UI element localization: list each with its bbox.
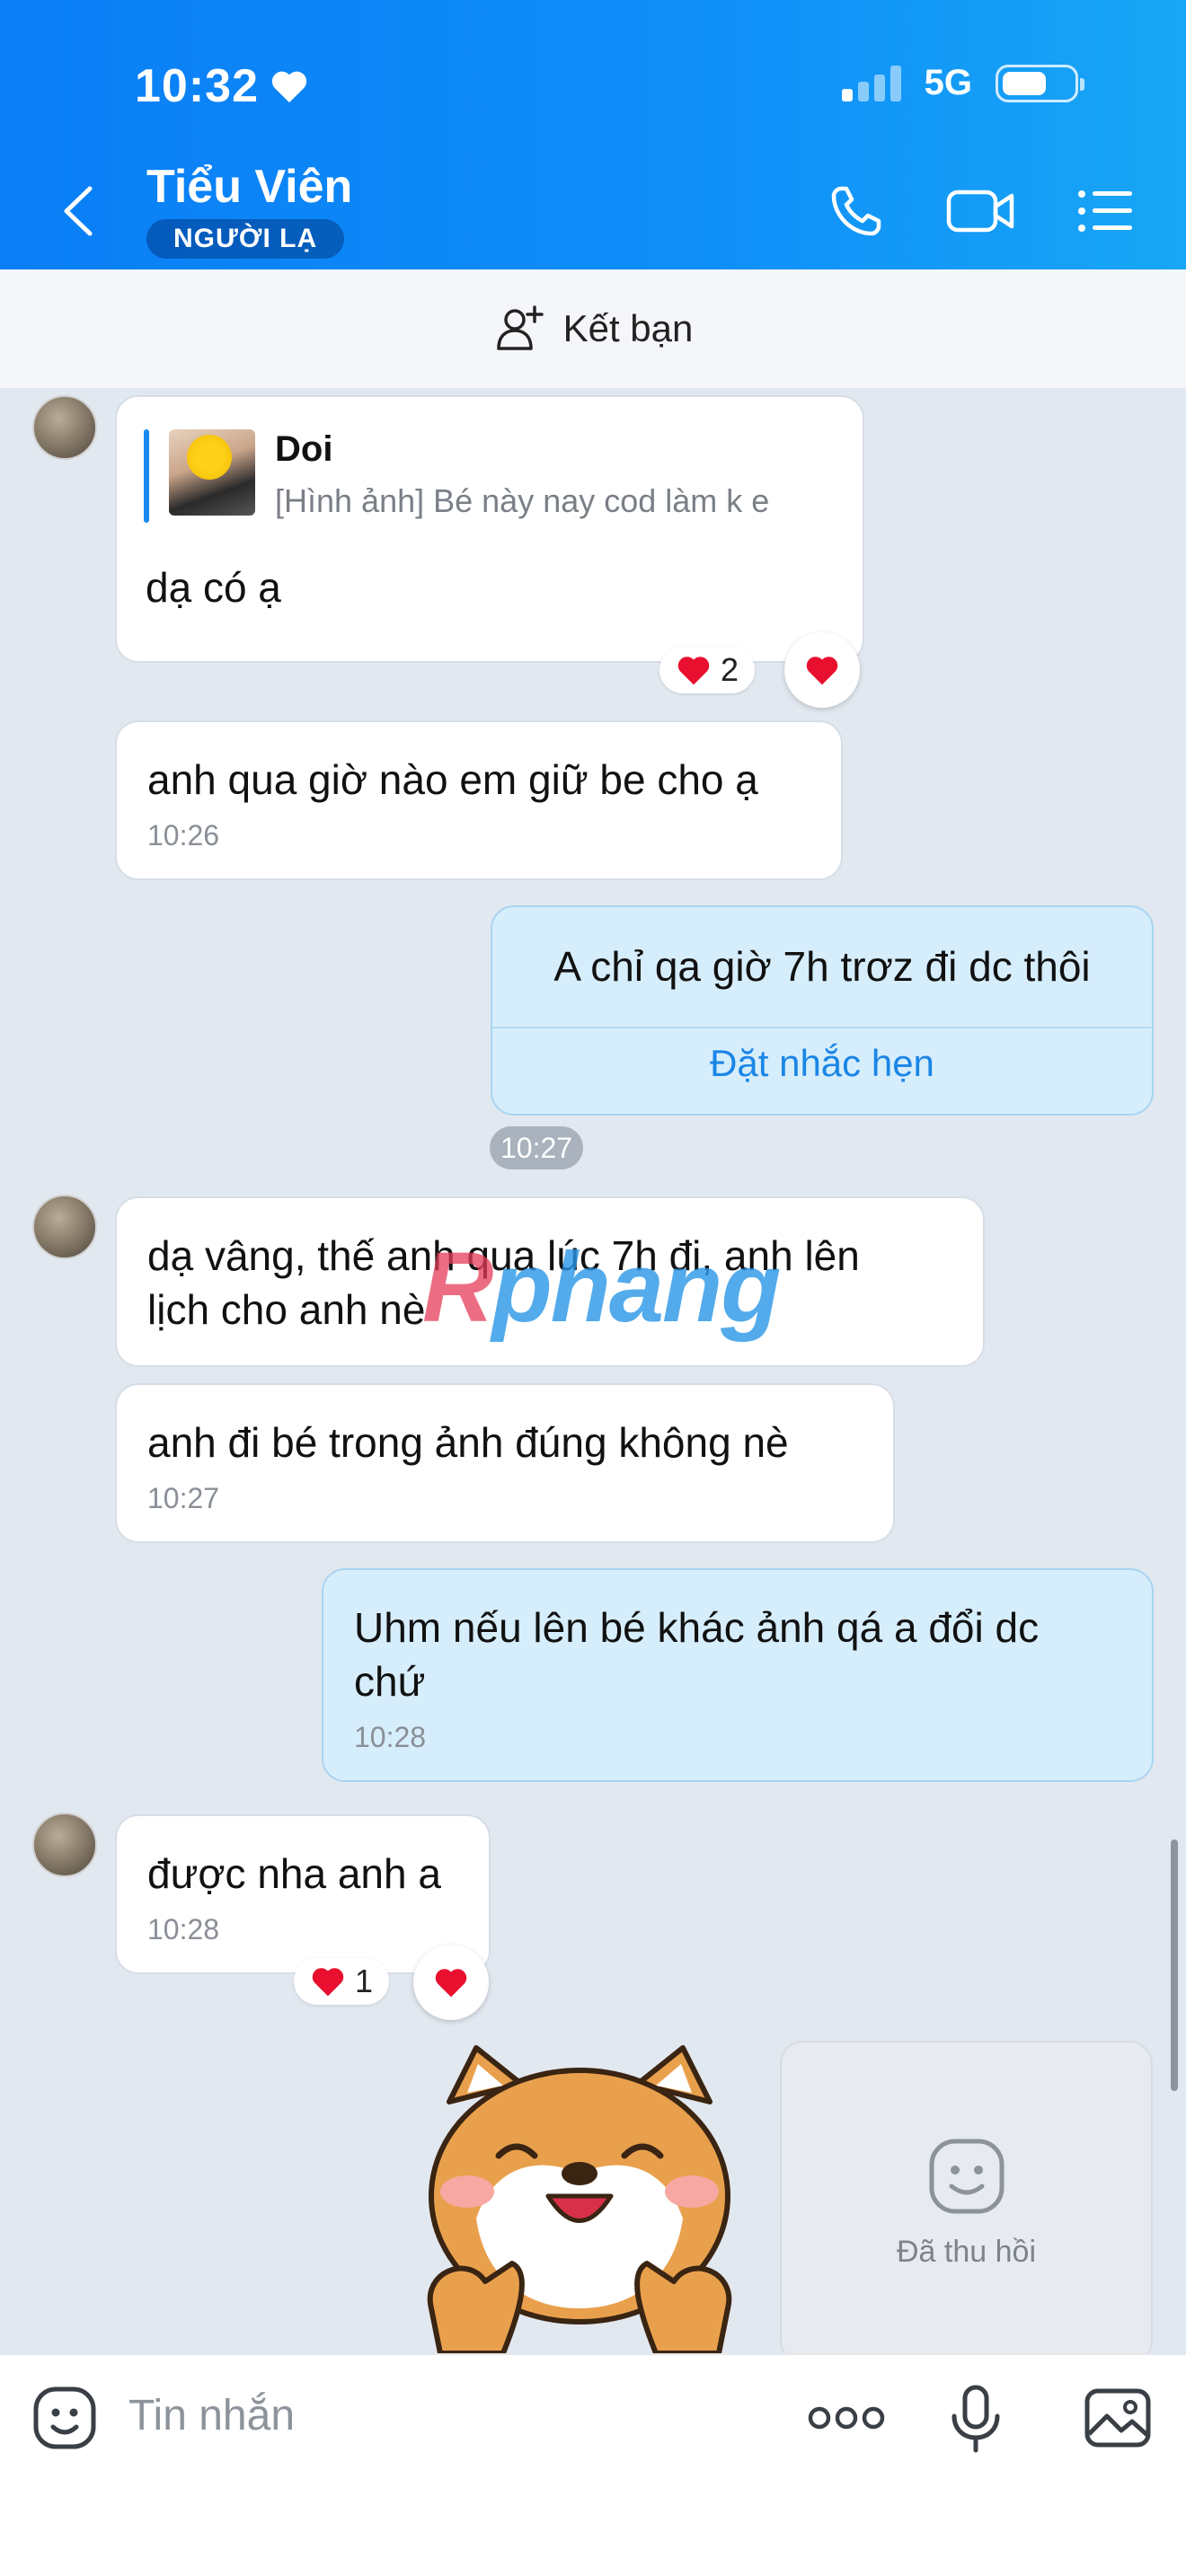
quoted-message[interactable]: Doi [Hình ảnh] Bé này nay cod làm k e <box>144 429 769 523</box>
add-friend-bar[interactable]: Kết bạn <box>0 269 1186 388</box>
message-time: 10:28 <box>354 1721 427 1753</box>
message-text-line: chứ <box>354 1658 426 1705</box>
network-type: 5G <box>924 63 972 102</box>
set-reminder-link[interactable]: Đặt nhắc hẹn <box>492 1042 1152 1085</box>
message-input[interactable]: Tin nhắn <box>128 2391 295 2440</box>
recalled-label: Đã thu hồi <box>897 2234 1036 2269</box>
microphone-icon[interactable] <box>940 2382 1012 2454</box>
react-button[interactable] <box>784 632 860 708</box>
message-text: anh qua giờ nào em giữ be cho ạ <box>147 756 758 803</box>
message-text: A chỉ qa giờ 7h trơz đi dc thôi <box>553 943 1091 990</box>
message-bubble-incoming[interactable]: anh qua giờ nào em giữ be cho ạ 10:26 <box>115 720 843 880</box>
message-text: anh đi bé trong ảnh đúng không nè <box>147 1419 789 1466</box>
add-friend-icon <box>496 305 544 350</box>
message-time: 10:26 <box>147 819 220 851</box>
react-button[interactable] <box>413 1945 489 2020</box>
message-text-line: Uhm nếu lên bé khác ảnh qá a đổi dc <box>354 1604 1040 1651</box>
chat-header: 10:32 5G Tiểu Viên NGƯỜI LẠ <box>0 0 1186 269</box>
message-time-chip: 10:27 <box>490 1126 584 1169</box>
image-gallery-icon[interactable] <box>1082 2382 1154 2454</box>
recalled-message[interactable]: Đã thu hồi <box>780 2041 1153 2364</box>
message-text: dạ có ạ <box>146 564 281 611</box>
contact-avatar[interactable] <box>32 1813 97 1877</box>
message-text: được nha anh a <box>147 1850 441 1897</box>
video-call-icon[interactable] <box>945 180 1017 243</box>
heart-icon <box>271 71 307 103</box>
contact-name[interactable]: Tiểu Viên <box>146 160 352 214</box>
quoted-image-thumbnail <box>169 429 255 516</box>
message-time: 10:28 <box>147 1913 220 1945</box>
scrollbar[interactable] <box>1171 1839 1178 2091</box>
quoted-text: [Hình ảnh] Bé này nay cod làm k e <box>275 482 770 519</box>
heart-reaction-icon <box>677 657 710 685</box>
stranger-badge: NGƯỜI LẠ <box>146 219 345 259</box>
heart-icon <box>806 657 838 685</box>
reaction-summary[interactable]: 1 <box>294 1958 390 2005</box>
message-input-bar: Tin nhắn <box>0 2353 1186 2576</box>
phone-call-icon[interactable] <box>825 180 888 243</box>
signal-icon <box>841 65 901 101</box>
watermark-logo: Rphang <box>422 1231 781 1345</box>
reaction-count: 1 <box>355 1963 374 1999</box>
message-time: 10:27 <box>147 1482 220 1514</box>
watermark-part: phang <box>491 1232 781 1343</box>
reaction-summary[interactable]: 2 <box>659 647 756 693</box>
contact-avatar[interactable] <box>32 395 97 460</box>
status-indicators: 5G <box>841 63 1084 103</box>
menu-list-icon[interactable] <box>1075 180 1137 243</box>
heart-reaction-icon <box>312 1968 344 1997</box>
back-icon[interactable] <box>56 180 101 243</box>
quote-accent-bar <box>144 429 149 523</box>
heart-icon <box>435 1969 467 1998</box>
smiley-icon <box>929 2139 1004 2213</box>
shiba-dog-sticker[interactable] <box>413 2039 746 2353</box>
battery-icon <box>996 64 1084 102</box>
status-time-text: 10:32 <box>135 60 259 112</box>
add-friend-label: Kết bạn <box>562 307 694 349</box>
message-bubble-outgoing[interactable]: Uhm nếu lên bé khác ảnh qá a đổi dc chứ … <box>322 1568 1154 1782</box>
status-time: 10:32 <box>135 59 309 113</box>
watermark-part: R <box>422 1232 493 1343</box>
reaction-count: 2 <box>721 651 739 688</box>
message-bubble-incoming[interactable]: anh đi bé trong ảnh đúng không nè 10:27 <box>115 1383 895 1543</box>
emoji-icon[interactable] <box>29 2382 101 2454</box>
quoted-sender: Doi <box>275 429 333 469</box>
more-options-icon[interactable] <box>807 2382 886 2454</box>
bubble-divider <box>492 1027 1152 1028</box>
contact-avatar[interactable] <box>32 1195 97 1259</box>
